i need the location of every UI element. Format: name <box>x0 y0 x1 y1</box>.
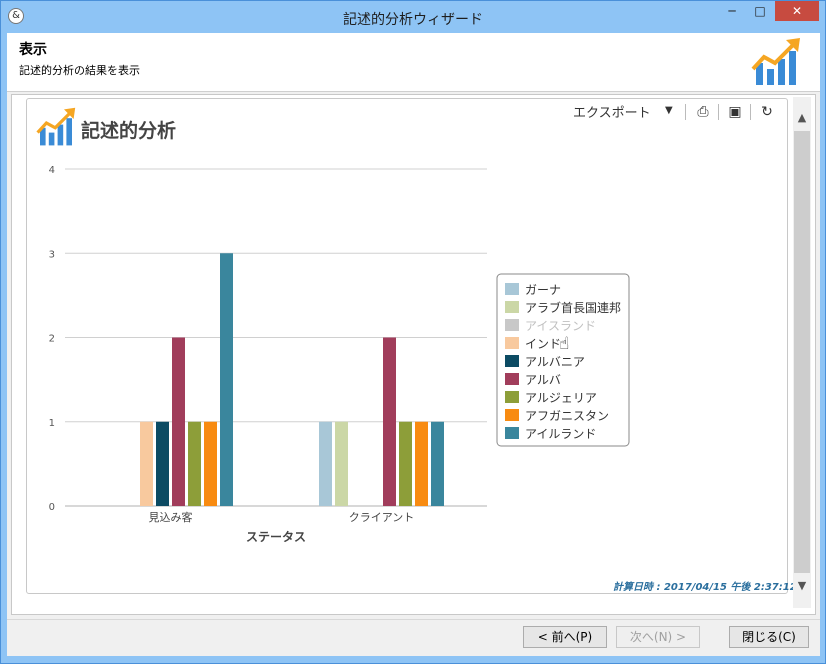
wizard-window: & 記述的分析ウィザード ─ □ ✕ 表示 記述的分析の結果を表示 記述的分析 … <box>0 0 826 664</box>
bar <box>204 421 217 506</box>
y-tick-label: 0 <box>49 502 55 513</box>
save-icon[interactable]: ▣ <box>726 103 744 121</box>
y-tick-label: 3 <box>49 249 55 260</box>
wizard-client: 表示 記述的分析の結果を表示 記述的分析 エクスポート ▼ ⎙ ▣ ↻ 0 1 … <box>7 33 820 656</box>
legend-swatch <box>505 355 519 367</box>
footer-divider <box>7 619 820 620</box>
hand-cursor-icon: ☝ <box>559 334 569 354</box>
legend-swatch <box>505 283 519 295</box>
bar <box>431 421 444 506</box>
y-tick-label: 4 <box>49 165 55 176</box>
legend-swatch <box>505 409 519 421</box>
minimize-button[interactable]: ─ <box>719 1 745 21</box>
bar <box>140 421 153 506</box>
toolbar-divider <box>718 104 719 120</box>
scrollbar-thumb[interactable] <box>794 131 810 573</box>
x-tick-label: クライアント <box>349 511 415 524</box>
computed-timestamp: 計算日時 : 2017/04/15 午後 2:37:12 <box>613 582 797 593</box>
bar <box>335 421 348 506</box>
analysis-card: 記述的分析 エクスポート ▼ ⎙ ▣ ↻ 0 1 2 3 4 見込み客 クライアント ステータ… <box>26 98 797 594</box>
legend-item: アルバニア <box>525 355 585 369</box>
bar <box>383 337 396 506</box>
toolbar-divider <box>685 104 686 120</box>
scroll-up-icon[interactable]: ▲ <box>793 107 811 129</box>
bar <box>172 337 185 506</box>
vertical-scrollbar[interactable]: ▲ ▼ <box>793 97 811 608</box>
previous-button[interactable]: < 前へ(P) <box>523 626 607 648</box>
legend-swatch <box>505 427 519 439</box>
close-window-button[interactable]: ✕ <box>775 1 819 21</box>
legend-item: アルジェリア <box>525 391 597 405</box>
x-tick-label: 見込み客 <box>149 510 193 524</box>
maximize-button[interactable]: □ <box>747 1 773 21</box>
legend-item: アイルランド <box>525 427 596 441</box>
x-axis-label: ステータス <box>246 530 306 544</box>
bar <box>188 421 201 506</box>
y-tick-label: 2 <box>49 334 55 345</box>
page-subtitle: 記述的分析の結果を表示 <box>19 64 140 77</box>
legend-item: アフガニスタン <box>525 409 609 423</box>
analytics-logo-icon <box>751 38 800 85</box>
window-title: 記述的分析ウィザード <box>343 12 483 28</box>
export-menu[interactable]: エクスポート <box>573 102 651 121</box>
legend-swatch <box>505 373 519 385</box>
next-button[interactable]: 次へ(N) > <box>616 626 700 648</box>
scroll-down-icon[interactable]: ▼ <box>793 575 811 597</box>
wizard-header: 表示 記述的分析の結果を表示 <box>7 33 820 92</box>
legend-item: アイスランド <box>525 319 596 333</box>
close-button[interactable]: 閉じる(C) <box>729 626 809 648</box>
refresh-icon[interactable]: ↻ <box>758 103 776 121</box>
bar <box>156 421 169 506</box>
legend-item: アルバ <box>525 373 561 387</box>
bar <box>319 421 332 506</box>
legend-swatch <box>505 391 519 403</box>
bar <box>220 253 233 506</box>
legend-swatch <box>505 319 519 331</box>
y-tick-label: 1 <box>49 418 55 429</box>
bar <box>399 421 412 506</box>
legend-item: インド <box>525 337 561 351</box>
bar <box>415 421 428 506</box>
caret-down-icon[interactable]: ▼ <box>665 102 673 120</box>
results-panel: 記述的分析 エクスポート ▼ ⎙ ▣ ↻ 0 1 2 3 4 見込み客 クライアント ステータ… <box>11 94 816 615</box>
legend-swatch <box>505 301 519 313</box>
legend-swatch <box>505 337 519 349</box>
title-bar[interactable]: & 記述的分析ウィザード ─ □ ✕ <box>1 1 825 33</box>
legend-item: ガーナ <box>525 283 561 297</box>
legend-item: アラブ首長国連邦 <box>525 300 621 315</box>
print-icon[interactable]: ⎙ <box>694 103 712 121</box>
page-title: 表示 <box>19 42 47 58</box>
bar-chart: 0 1 2 3 4 見込み客 クライアントステータス ガーナアラブ首長国連邦アイスランドインド… <box>49 165 630 544</box>
toolbar-divider <box>750 104 751 120</box>
